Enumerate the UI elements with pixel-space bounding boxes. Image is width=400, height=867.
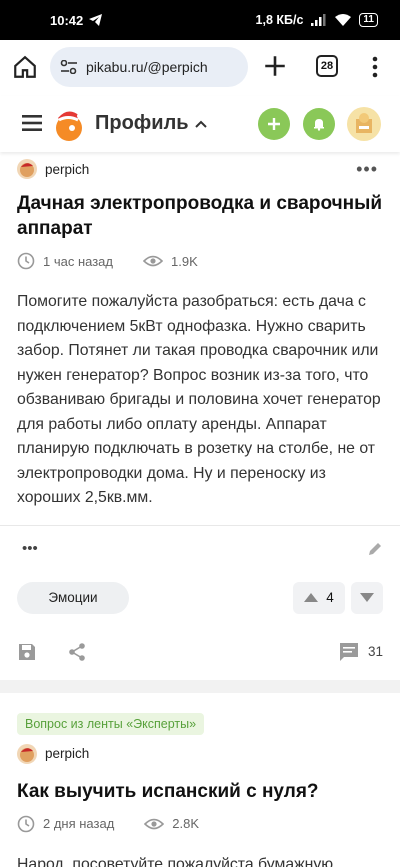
post-body: Помогите пожалуйста разобраться: есть да… [17,293,381,506]
post-rating: 4 [326,590,334,605]
author-avatar[interactable] [17,159,37,179]
post-author-row: perpich [17,739,383,769]
site-settings-icon[interactable] [60,60,78,74]
author-name[interactable]: perpich [45,746,89,761]
arrow-up-icon [304,593,319,602]
status-left: 10:42 [50,12,103,28]
downvote-button[interactable] [351,581,383,614]
post-emotions-row: Эмоции 4 [17,572,383,624]
signal-icon [311,14,326,26]
post-time: 2 дня назад [43,816,115,831]
plus-icon [268,118,280,130]
bell-icon [314,119,324,131]
telegram-icon [89,14,103,26]
edit-pencil-icon[interactable] [367,541,383,557]
status-bar: 10:42 1,8 КБ/с 11 [0,0,400,40]
tab-count-button[interactable]: 28 [316,55,338,77]
status-time: 10:42 [50,12,84,28]
posts-separator [0,679,400,693]
author-avatar[interactable] [17,743,37,764]
clock-icon [17,252,35,270]
add-post-button[interactable] [258,108,290,140]
page-title-text: Профиль [95,112,189,134]
save-icon[interactable] [17,642,37,662]
post-meta: 1 час назад 1.9K [17,248,383,274]
post-title[interactable]: Дачная электропроводка и сварочный аппар… [17,191,383,241]
address-bar[interactable]: pikabu.ru/@perpich [50,47,248,87]
browser-toolbar: pikabu.ru/@perpich 28 [0,40,400,96]
post-meta: 2 дня назад 2.8K [17,811,383,837]
site-header: Профиль [0,96,400,152]
share-icon[interactable] [67,642,87,662]
clock-icon [17,815,35,832]
hamburger-menu-icon[interactable] [22,113,42,133]
page-title[interactable]: Профиль [95,112,207,135]
post-views: 2.8K [172,816,200,831]
eye-icon [143,255,163,267]
user-avatar[interactable] [347,107,381,141]
eye-icon [144,818,165,829]
post-author-row: perpich ••• [17,154,383,184]
comments-count: 31 [367,644,383,659]
author-avatar-icon [20,163,34,177]
arrow-down-icon [360,593,374,602]
avatar-image-icon [356,113,372,133]
post-body: Народ, посоветуйте пожалуйста бумажную л… [17,855,334,867]
post-more-button[interactable]: ••• [356,159,378,180]
status-right: 1,8 КБ/с 11 [256,13,378,27]
comments-button[interactable]: 31 [339,642,383,662]
more-menu-icon[interactable] [368,54,382,80]
post-bottom-left [17,642,87,662]
pikabu-logo-icon[interactable] [50,104,90,144]
new-tab-icon[interactable] [262,53,288,79]
author-avatar-icon [20,747,34,762]
notifications-button[interactable] [303,108,335,140]
battery-indicator: 11 [359,13,378,27]
post-time: 1 час назад [43,253,113,269]
emotions-button[interactable]: Эмоции [17,581,129,614]
post-title[interactable]: Как выучить испанский с нуля? [17,779,383,804]
post-card: Вопрос из ленты «Эксперты» perpich Как в… [0,692,400,867]
net-speed: 1,8 КБ/с [255,13,304,27]
feed: perpich ••• Дачная электропроводка и сва… [0,152,400,867]
comment-icon [339,642,358,661]
post-card: perpich ••• Дачная электропроводка и сва… [0,154,400,680]
author-name[interactable]: perpich [45,162,89,177]
url-text: pikabu.ru/@perpich [86,59,208,75]
chevron-up-icon [194,120,207,128]
vote-controls: 4 [293,581,383,614]
post-bottom-row: 31 [17,624,383,680]
wifi-icon [335,14,352,26]
post-extra-button[interactable]: ••• [17,540,38,557]
home-icon[interactable] [12,54,38,80]
expert-question-tag[interactable]: Вопрос из ленты «Эксперты» [17,712,205,735]
post-views: 1.9K [171,253,198,269]
post-actions-row: ••• [17,526,383,572]
upvote-button[interactable]: 4 [293,581,345,614]
